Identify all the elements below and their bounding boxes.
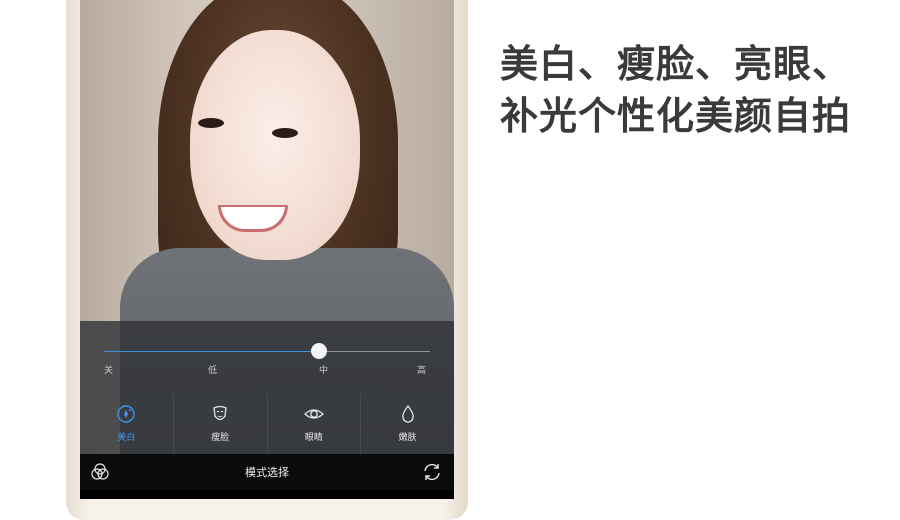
level-label-mid: 中 — [319, 366, 329, 376]
preview-left-eye — [198, 118, 224, 128]
beauty-level-slider[interactable] — [104, 343, 430, 359]
slider-fill — [104, 351, 319, 352]
camera-screen: 关 低 中 高 美白 瘦脸 眼睛 嫩肤 模式选择 — [80, 0, 454, 499]
face-slim-icon — [213, 405, 227, 421]
tab-whitening-label: 美白 — [117, 433, 136, 443]
promo-headline: 美白、瘦脸、亮眼、 补光个性化美颜自拍 — [500, 38, 890, 142]
beauty-control-panel: 关 低 中 高 美白 瘦脸 眼睛 嫩肤 — [80, 321, 454, 454]
tab-face-slim[interactable]: 瘦脸 — [172, 393, 267, 454]
tab-skin-smooth-label: 嫩肤 — [398, 433, 417, 443]
camera-bottom-bar: 模式选择 — [80, 454, 454, 490]
headline-line-1: 美白、瘦脸、亮眼、 — [500, 42, 852, 86]
tab-skin-smooth[interactable]: 嫩肤 — [360, 393, 454, 454]
beauty-mode-tabs: 美白 瘦脸 眼睛 嫩肤 — [80, 393, 454, 454]
whitening-icon — [117, 405, 136, 423]
tab-whitening[interactable]: 美白 — [80, 393, 173, 454]
tab-face-slim-label: 瘦脸 — [211, 433, 230, 443]
level-label-low: 低 — [208, 366, 218, 376]
skin-drop-icon — [401, 404, 414, 423]
slider-level-labels: 关 低 中 高 — [104, 363, 430, 377]
eye-icon — [303, 409, 324, 419]
tab-eyes[interactable]: 眼睛 — [266, 393, 361, 454]
headline-line-2: 补光个性化美颜自拍 — [500, 94, 852, 138]
level-label-high: 高 — [417, 366, 427, 376]
switch-camera-icon[interactable] — [422, 462, 442, 482]
preview-right-eye — [272, 128, 298, 138]
mode-select-button[interactable]: 模式选择 — [80, 464, 454, 480]
level-label-off: 关 — [104, 366, 114, 376]
tab-eyes-label: 眼睛 — [304, 433, 323, 443]
slider-thumb[interactable] — [311, 343, 327, 359]
